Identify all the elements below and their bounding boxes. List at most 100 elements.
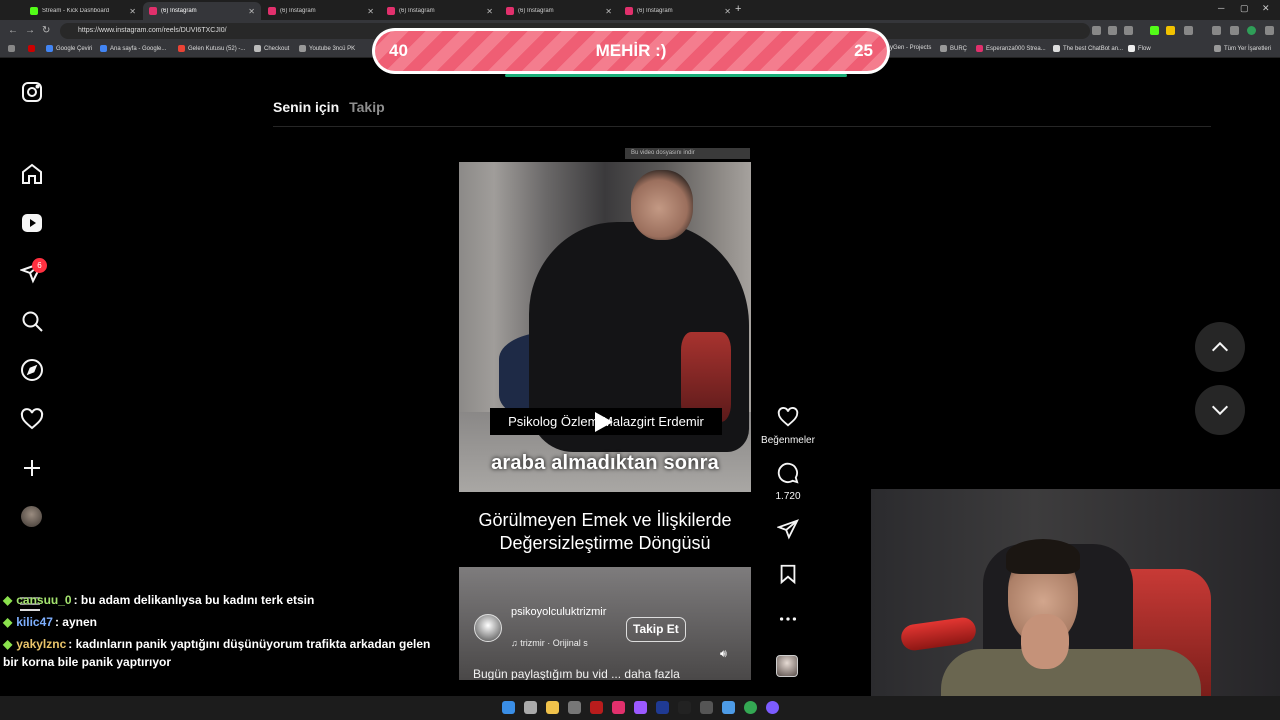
- heart-icon[interactable]: [20, 407, 44, 431]
- chat-text: : bu adam delikanlıysa bu kadını terk et…: [73, 593, 315, 607]
- save-button[interactable]: [760, 563, 816, 590]
- window-close-icon[interactable]: ✕: [1262, 3, 1270, 14]
- tab-instagram[interactable]: (6) Instagram ✕: [381, 2, 499, 20]
- profile-avatar[interactable]: [21, 506, 42, 527]
- close-icon[interactable]: ✕: [248, 7, 255, 16]
- cast-icon[interactable]: [1108, 26, 1117, 35]
- more-options-button[interactable]: [760, 608, 816, 635]
- close-icon[interactable]: ✕: [486, 7, 493, 16]
- bookmark-item[interactable]: BURÇ: [940, 45, 967, 52]
- messenger-icon[interactable]: [634, 701, 647, 714]
- bookmark-item[interactable]: [28, 45, 35, 52]
- obs-icon[interactable]: [568, 701, 581, 714]
- play-icon[interactable]: [595, 412, 613, 432]
- tab-kick[interactable]: Stream - Kick Dashboard ✕: [24, 2, 142, 20]
- home-icon[interactable]: [20, 162, 44, 186]
- zoom-icon[interactable]: [1092, 26, 1101, 35]
- bookmark-item[interactable]: Ana sayfa - Google...: [100, 45, 166, 52]
- close-icon[interactable]: ✕: [367, 7, 374, 16]
- bookmark-item[interactable]: Checkout: [254, 45, 289, 52]
- all-bookmarks[interactable]: Tüm Yer İşaretleri: [1214, 45, 1271, 52]
- windows-start-icon[interactable]: [502, 701, 515, 714]
- tab-instagram[interactable]: (6) Instagram ✕: [619, 2, 737, 20]
- folder-icon: [1214, 45, 1221, 52]
- minimize-icon[interactable]: ─: [1218, 3, 1224, 13]
- audio-text: trizmir · Orijinal s: [520, 638, 588, 648]
- tab-instagram[interactable]: (6) Instagram ✕: [262, 2, 380, 20]
- volume-icon[interactable]: 🔊︎: [720, 648, 727, 661]
- photoshop-icon[interactable]: [656, 701, 669, 714]
- divider: [273, 126, 1211, 127]
- app-icon[interactable]: [766, 701, 779, 714]
- audio-label[interactable]: ♫ trizmir · Orijinal s: [511, 638, 588, 648]
- share-button[interactable]: [760, 518, 816, 545]
- bookmark-item[interactable]: Flow: [1128, 45, 1151, 52]
- previous-reel-button[interactable]: [1195, 322, 1245, 372]
- reload-icon[interactable]: ↻: [42, 25, 50, 36]
- music-note-icon: ♫: [511, 638, 521, 648]
- notepad-icon[interactable]: [722, 701, 735, 714]
- download-icon[interactable]: [1212, 26, 1221, 35]
- apps-icon[interactable]: [8, 45, 15, 52]
- create-icon[interactable]: [20, 456, 44, 480]
- profile-avatar-icon[interactable]: [1247, 26, 1256, 35]
- download-notice[interactable]: Bu video dosyasını indir: [625, 148, 750, 159]
- tab-instagram-active[interactable]: (6) Instagram ✕: [143, 2, 261, 20]
- search-icon[interactable]: [20, 309, 44, 333]
- caption-line-2: Değersizleştirme Döngüsü: [499, 533, 711, 553]
- browser-tab-bar: Stream - Kick Dashboard ✕ (6) Instagram …: [0, 0, 1280, 20]
- explore-icon[interactable]: [20, 358, 44, 382]
- tab-instagram[interactable]: (6) Instagram ✕: [500, 2, 618, 20]
- task-view-icon[interactable]: [524, 701, 537, 714]
- opera-icon[interactable]: [590, 701, 603, 714]
- tab-label: (6) Instagram: [399, 8, 435, 14]
- app-icon[interactable]: [700, 701, 713, 714]
- reel-description[interactable]: Bugün paylaştığım bu vid ... daha fazla: [473, 667, 680, 680]
- bookmark-item[interactable]: Youtube 3ncü PK: [299, 45, 355, 52]
- bookmark-label: The best ChatBot an...: [1063, 45, 1124, 52]
- bookmark-item[interactable]: Google Çeviri: [46, 45, 92, 52]
- extension-icon[interactable]: [1166, 26, 1175, 35]
- instagram-icon: [976, 45, 983, 52]
- bookmark-item[interactable]: The best ChatBot an...: [1053, 45, 1123, 52]
- author-avatar[interactable]: [474, 614, 502, 642]
- comment-button[interactable]: 1.720: [760, 462, 816, 502]
- tab-label: (6) Instagram: [637, 8, 673, 14]
- tab-following[interactable]: Takip: [349, 99, 385, 115]
- bookmark-item[interactable]: Esperanza000 Strea...: [976, 45, 1046, 52]
- bookmark-item[interactable]: Gelen Kutusu (52) -...: [178, 45, 245, 52]
- file-explorer-icon[interactable]: [546, 701, 559, 714]
- like-button[interactable]: Beğenmeler: [760, 406, 816, 446]
- follow-button[interactable]: Takip Et: [626, 617, 686, 642]
- chrome-icon[interactable]: [744, 701, 757, 714]
- instagram-logo-icon[interactable]: [20, 80, 44, 104]
- tiktok-icon[interactable]: [678, 701, 691, 714]
- likes-label: Beğenmeler: [761, 435, 815, 446]
- close-icon[interactable]: ✕: [724, 7, 731, 16]
- chat-text: : aynen: [54, 615, 97, 629]
- close-icon[interactable]: ✕: [605, 7, 612, 16]
- audio-thumbnail[interactable]: [776, 655, 798, 677]
- share-icon: [776, 519, 799, 540]
- reel-video[interactable]: Psikolog Özlem Malazgirt Erdemir araba a…: [459, 162, 751, 680]
- chat-username: kilic47: [16, 615, 53, 629]
- menu-icon[interactable]: [1265, 26, 1274, 35]
- kick-extension-icon[interactable]: [1150, 26, 1159, 35]
- forward-icon[interactable]: →: [25, 25, 35, 36]
- comments-count: 1.720: [775, 491, 801, 502]
- sidepanel-icon[interactable]: [1230, 26, 1239, 35]
- star-icon[interactable]: [1124, 26, 1133, 35]
- instagram-app-icon[interactable]: [612, 701, 625, 714]
- maximize-icon[interactable]: ▢: [1240, 3, 1249, 14]
- new-tab-button[interactable]: +: [735, 3, 741, 15]
- reels-icon[interactable]: [20, 211, 44, 235]
- puzzle-icon[interactable]: [1184, 26, 1193, 35]
- close-icon[interactable]: ✕: [129, 7, 136, 16]
- bookmark-item[interactable]: ...yGen - Projects: [885, 45, 931, 51]
- instagram-favicon-icon: [506, 7, 514, 15]
- kick-favicon-icon: [30, 7, 38, 15]
- author-name[interactable]: psikoyolculuktrizmir: [511, 605, 606, 620]
- back-icon[interactable]: ←: [8, 25, 18, 36]
- next-reel-button[interactable]: [1195, 385, 1245, 435]
- tab-for-you[interactable]: Senin için: [273, 99, 339, 115]
